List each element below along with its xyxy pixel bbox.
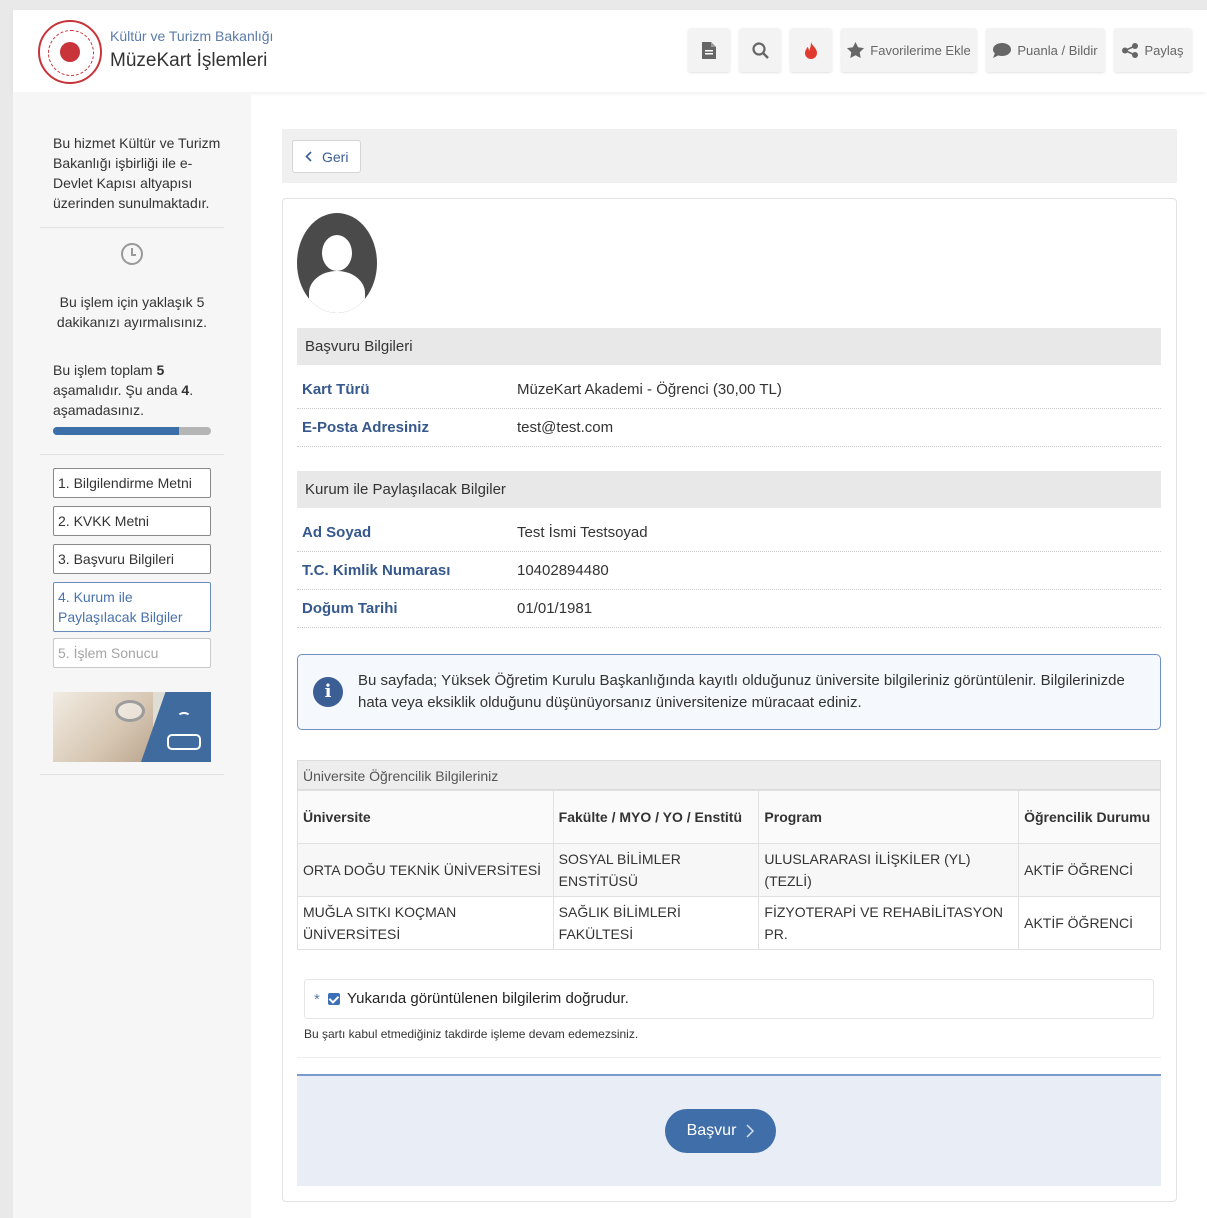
avatar: [297, 213, 377, 313]
add-favorites-label: Favorilerime Ekle: [870, 42, 971, 58]
add-favorites-button[interactable]: Favorilerime Ekle: [841, 28, 977, 72]
header: Kültür ve Turizm Bakanlığı MüzeKart İşle…: [13, 10, 1207, 92]
table-cell: FİZYOTERAPİ VE REHABİLİTASYON PR.: [758, 896, 1020, 950]
step-5: 5. İşlem Sonucu: [53, 638, 211, 668]
clock-icon: [121, 243, 143, 265]
chevron-left-icon: [305, 151, 312, 162]
email-value: test@test.com: [517, 419, 614, 436]
document-icon: [702, 41, 716, 59]
steps-total: 5: [156, 362, 165, 378]
table-cell: ULUSLARARASI İLİŞKİLER (YL) (TEZLİ): [758, 843, 1020, 897]
submit-area: Başvur: [297, 1074, 1161, 1186]
tc-id-label: T.C. Kimlik Numarası: [302, 562, 451, 579]
university-table-title: Üniversite Öğrencilik Bilgileriniz: [297, 760, 1161, 790]
table-cell: SOSYAL BİLİMLER ENSTİTÜSÜ: [552, 843, 760, 897]
step-3[interactable]: 3. Başvuru Bilgileri: [53, 544, 211, 574]
confirmation-label[interactable]: Yukarıda görüntülenen bilgilerim doğrudu…: [347, 990, 629, 1007]
share-button[interactable]: Paylaş: [1114, 28, 1192, 72]
email-label: E-Posta Adresiniz: [302, 419, 429, 436]
share-icon: [1122, 42, 1139, 58]
ministry-name[interactable]: Kültür ve Turizm Bakanlığı: [110, 28, 273, 44]
card-type-row: Kart Türü MüzeKart Akademi - Öğrenci (30…: [297, 371, 1161, 409]
emblem-icon: [60, 42, 80, 62]
table-cell: AKTİF ÖĞRENCİ: [1018, 843, 1161, 897]
table-row: ORTA DOĞU TEKNİK ÜNİVERSİTESİ SOSYAL BİL…: [297, 843, 1161, 897]
step-1[interactable]: 1. Bilgilendirme Metni: [53, 468, 211, 498]
birth-date-row: Doğum Tarihi 01/01/1981: [297, 590, 1161, 628]
comment-icon: [993, 42, 1012, 58]
birth-date-value: 01/01/1981: [517, 600, 593, 617]
service-info-text: Bu hizmet Kültür ve Turizm Bakanlığı işb…: [53, 135, 221, 211]
table-cell: MUĞLA SITKI KOÇMAN ÜNİVERSİTESİ: [297, 896, 554, 950]
chevron-right-icon: [746, 1124, 755, 1138]
table-cell: SAĞLIK BİLİMLERİ FAKÜLTESİ: [552, 896, 760, 950]
birth-date-label: Doğum Tarihi: [302, 600, 398, 617]
table-header-row: Üniversite Fakülte / MYO / YO / Enstitü …: [297, 790, 1161, 844]
fire-icon: [805, 41, 817, 59]
step-2[interactable]: 2. KVKK Metni: [53, 506, 211, 536]
progress-fill: [53, 427, 180, 435]
rate-report-button[interactable]: Puanla / Bildir: [986, 28, 1105, 72]
back-bar: Geri: [282, 129, 1177, 183]
divider: [40, 227, 224, 228]
vr-headset-icon: [167, 734, 201, 750]
wifi-icon: [177, 712, 191, 722]
confirmation-field: * Yukarıda görüntülenen bilgilerim doğru…: [304, 979, 1154, 1019]
step-4[interactable]: 4. Kurum ile Paylaşılacak Bilgiler: [53, 582, 211, 632]
table-cell: ORTA DOĞU TEKNİK ÜNİVERSİTESİ: [297, 843, 554, 897]
main-card: Başvuru Bilgileri Kart Türü MüzeKart Aka…: [282, 198, 1177, 1202]
magnifier-icon: [115, 700, 145, 722]
tc-id-value: 10402894480: [517, 562, 609, 579]
search-icon: [751, 41, 769, 59]
application-info-heading: Başvuru Bilgileri: [297, 328, 1161, 365]
page-shell: Kültür ve Turizm Bakanlığı MüzeKart İşle…: [13, 10, 1207, 1218]
back-label: Geri: [322, 148, 349, 165]
tc-id-row: T.C. Kimlik Numarası 10402894480: [297, 552, 1161, 590]
avatar-body: [309, 271, 365, 313]
table-row: MUĞLA SITKI KOÇMAN ÜNİVERSİTESİ SAĞLIK B…: [297, 896, 1161, 950]
card-type-value: MüzeKart Akademi - Öğrenci (30,00 TL): [517, 381, 782, 398]
popular-button[interactable]: [790, 28, 832, 72]
info-text: Bu sayfada; Yüksek Öğretim Kurulu Başkan…: [358, 672, 1125, 711]
name-row: Ad Soyad Test İsmi Testsoyad: [297, 514, 1161, 552]
service-title: MüzeKart İşlemleri: [110, 50, 268, 71]
progress-bar: [53, 427, 211, 435]
avatar-head: [322, 235, 352, 271]
confirmation-note: Bu şartı kabul etmediğiniz takdirde işle…: [304, 1027, 639, 1041]
name-value: Test İsmi Testsoyad: [517, 524, 648, 541]
apply-button[interactable]: Başvur: [665, 1109, 776, 1153]
confirmation-checkbox[interactable]: [328, 993, 340, 1005]
star-icon: [847, 42, 865, 58]
sidebar: Bu hizmet Kültür ve Turizm Bakanlığı işb…: [13, 92, 251, 1218]
email-row: E-Posta Adresiniz test@test.com: [297, 409, 1161, 447]
divider: [40, 454, 224, 455]
document-button[interactable]: [688, 28, 730, 72]
promo-banner[interactable]: [53, 692, 211, 762]
divider: [297, 1057, 1161, 1058]
info-icon: i: [313, 677, 343, 707]
share-label: Paylaş: [1144, 42, 1184, 58]
column-header-faculty: Fakülte / MYO / YO / Enstitü: [552, 790, 760, 844]
search-button[interactable]: [739, 28, 781, 72]
column-header-university: Üniversite: [297, 790, 554, 844]
info-alert: i Bu sayfada; Yüksek Öğretim Kurulu Başk…: [297, 654, 1161, 730]
divider: [40, 774, 224, 775]
column-header-program: Program: [758, 790, 1020, 844]
back-button[interactable]: Geri: [292, 140, 362, 173]
name-label: Ad Soyad: [302, 524, 372, 541]
step-status-text: Bu işlem toplam 5 aşamalıdır. Şu anda 4.…: [53, 362, 194, 418]
required-mark: *: [314, 991, 320, 1008]
column-header-status: Öğrencilik Durumu: [1018, 790, 1161, 844]
rate-report-label: Puanla / Bildir: [1017, 42, 1098, 58]
shared-info-heading: Kurum ile Paylaşılacak Bilgiler: [297, 471, 1161, 508]
estimated-time-text: Bu işlem için yaklaşık 5 dakikanızı ayır…: [56, 294, 208, 330]
table-cell: AKTİF ÖĞRENCİ: [1018, 896, 1161, 950]
university-table: Üniversite Fakülte / MYO / YO / Enstitü …: [297, 790, 1161, 950]
card-type-label: Kart Türü: [302, 381, 370, 398]
apply-label: Başvur: [686, 1122, 737, 1139]
ministry-logo[interactable]: [38, 20, 102, 84]
